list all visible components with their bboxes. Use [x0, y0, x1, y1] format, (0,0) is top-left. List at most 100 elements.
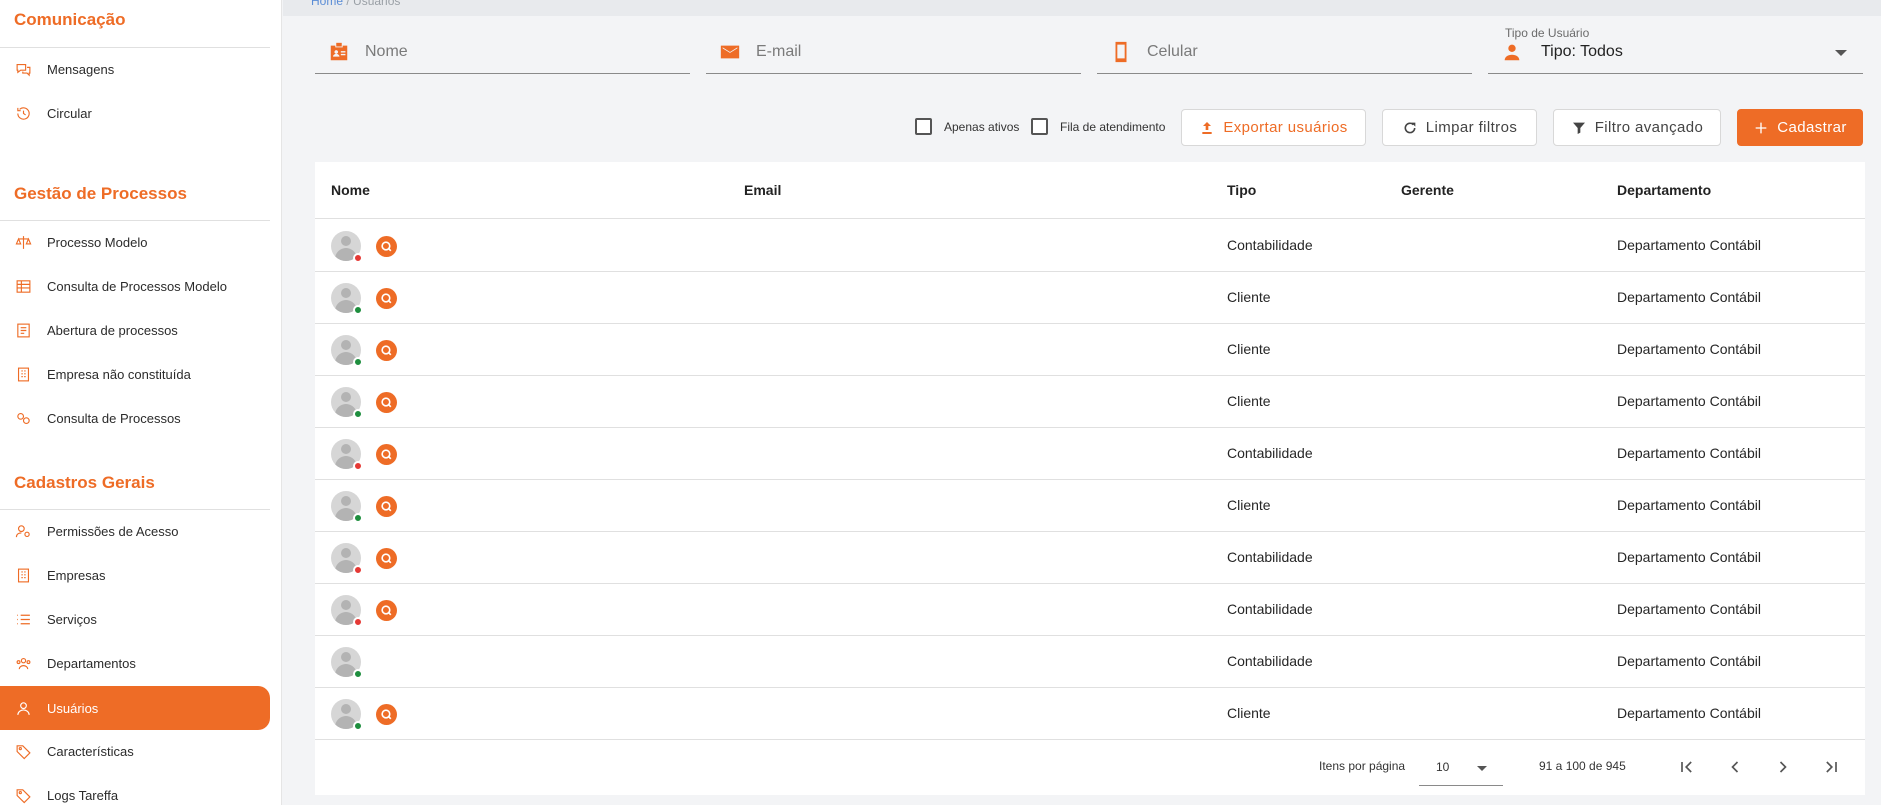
cell-departamento: Departamento Contábil [1617, 237, 1761, 253]
last-page-button[interactable] [1818, 754, 1844, 780]
breadcrumb-home-link[interactable]: Home [311, 0, 343, 8]
checklist-icon [14, 321, 32, 339]
sidebar-item-circular[interactable]: Circular [0, 91, 270, 135]
status-online-dot [353, 305, 363, 315]
fila-atendimento-checkbox[interactable]: Fila de atendimento [1031, 118, 1165, 135]
limpar-filtros-button[interactable]: Limpar filtros [1382, 109, 1537, 146]
users-table: Nome Email Tipo Gerente Departamento Con… [315, 162, 1865, 795]
upload-icon [1202, 121, 1212, 134]
sidebar-item-servicos[interactable]: Serviços [0, 597, 270, 641]
sidebar-item-empresa-nao-constituida[interactable]: Empresa não constituída [0, 352, 270, 396]
sidebar-item-empresas[interactable]: Empresas [0, 553, 270, 597]
column-header-email[interactable]: Email [744, 182, 781, 198]
next-page-button[interactable] [1770, 754, 1796, 780]
checkbox-label: Fila de atendimento [1060, 119, 1166, 134]
sidebar-item-mensagens[interactable]: Mensagens [0, 47, 270, 91]
tipo-usuario-label: Tipo de Usuário [1505, 26, 1590, 40]
button-label: Filtro avançado [1594, 119, 1704, 136]
table-row[interactable]: Contabilidade Departamento Contábil [315, 428, 1865, 480]
chat-badge-icon[interactable] [376, 548, 397, 569]
table-row[interactable]: Contabilidade Departamento Contábil [315, 584, 1865, 636]
dropdown-arrow-icon [1477, 766, 1487, 771]
table-row[interactable]: Cliente Departamento Contábil [315, 480, 1865, 532]
sidebar-item-abertura-processos[interactable]: Abertura de processos [0, 308, 270, 352]
dropdown-arrow-icon [1835, 50, 1847, 56]
cell-departamento: Departamento Contábil [1617, 393, 1761, 409]
sidebar-item-label: Circular [47, 105, 92, 121]
sidebar-item-label: Departamentos [47, 655, 136, 671]
cell-departamento: Departamento Contábil [1617, 549, 1761, 565]
column-header-nome[interactable]: Nome [331, 182, 370, 198]
history-icon [14, 104, 32, 122]
email-field [706, 30, 1081, 74]
button-label: Limpar filtros [1425, 119, 1518, 136]
chat-badge-icon[interactable] [376, 444, 397, 465]
button-label: Cadastrar [1777, 119, 1847, 136]
person-icon [1500, 40, 1524, 64]
nome-field [315, 30, 690, 74]
table-row[interactable]: Contabilidade Departamento Contábil [315, 220, 1865, 272]
celular-input[interactable] [1147, 42, 1407, 61]
sidebar-item-consulta-processos-modelo[interactable]: Consulta de Processos Modelo [0, 264, 270, 308]
gears-icon [14, 409, 32, 427]
first-page-icon [1681, 761, 1692, 773]
chat-badge-icon[interactable] [376, 704, 397, 725]
plus-icon [1755, 122, 1767, 133]
sidebar-item-label: Empresas [47, 567, 106, 583]
cell-tipo: Contabilidade [1227, 601, 1313, 617]
breadcrumb-separator: / [346, 0, 350, 8]
checkbox-box[interactable] [1031, 118, 1048, 135]
chat-badge-icon[interactable] [376, 340, 397, 361]
cell-departamento: Departamento Contábil [1617, 653, 1761, 669]
page-size-select[interactable]: 10 [1419, 750, 1503, 786]
chat-badge-icon[interactable] [376, 496, 397, 517]
cell-tipo: Cliente [1227, 497, 1271, 513]
table-row[interactable]: Cliente Departamento Contábil [315, 688, 1865, 740]
sidebar-item-usuarios[interactable]: Usuários [0, 686, 270, 730]
apenas-ativos-checkbox[interactable]: Apenas ativos [915, 118, 1019, 135]
status-online-dot [353, 669, 363, 679]
sidebar-item-logs-tareffa[interactable]: Logs Tareffa [0, 773, 270, 805]
exportar-usuarios-button[interactable]: Exportar usuários [1181, 109, 1366, 146]
filtro-avancado-button[interactable]: Filtro avançado [1553, 109, 1721, 146]
section-title-gestao-processos: Gestão de Processos [14, 184, 187, 203]
status-online-dot [353, 721, 363, 731]
checkbox-label: Apenas ativos [944, 119, 1020, 134]
sidebar-item-processo-modelo[interactable]: Processo Modelo [0, 220, 270, 264]
nome-input[interactable] [365, 42, 625, 61]
sidebar-item-permissoes-acesso[interactable]: Permissões de Acesso [0, 509, 270, 553]
column-header-tipo[interactable]: Tipo [1227, 182, 1256, 198]
sidebar-item-consulta-processos[interactable]: Consulta de Processos [0, 396, 270, 440]
previous-page-button[interactable] [1722, 754, 1748, 780]
status-online-dot [353, 357, 363, 367]
email-input[interactable] [756, 42, 1016, 61]
tag-icon [14, 742, 32, 760]
chat-badge-icon[interactable] [376, 236, 397, 257]
chat-badge-icon[interactable] [376, 392, 397, 413]
table-row[interactable]: Cliente Departamento Contábil [315, 376, 1865, 428]
table-row[interactable]: Cliente Departamento Contábil [315, 272, 1865, 324]
page-size-value: 10 [1436, 760, 1450, 774]
section-title-cadastros-gerais: Cadastros Gerais [14, 473, 155, 492]
first-page-button[interactable] [1674, 754, 1700, 780]
cell-departamento: Departamento Contábil [1617, 705, 1761, 721]
checkbox-box[interactable] [915, 118, 932, 135]
sidebar-item-label: Abertura de processos [47, 322, 178, 338]
sidebar-item-label: Logs Tareffa [47, 787, 119, 803]
sidebar-item-label: Características [47, 743, 134, 759]
table-row[interactable]: Cliente Departamento Contábil [315, 324, 1865, 376]
cell-tipo: Contabilidade [1227, 445, 1313, 461]
cell-tipo: Contabilidade [1227, 237, 1313, 253]
column-header-gerente[interactable]: Gerente [1401, 182, 1454, 198]
table-row[interactable]: Contabilidade Departamento Contábil [315, 636, 1865, 688]
sidebar-item-caracteristicas[interactable]: Características [0, 729, 270, 773]
table-row[interactable]: Contabilidade Departamento Contábil [315, 532, 1865, 584]
chat-badge-icon[interactable] [376, 600, 397, 621]
sidebar-item-departamentos[interactable]: Departamentos [0, 641, 270, 685]
cadastrar-button[interactable]: Cadastrar [1737, 109, 1863, 146]
column-header-departamento[interactable]: Departamento [1617, 182, 1711, 198]
cell-departamento: Departamento Contábil [1617, 289, 1761, 305]
chat-badge-icon[interactable] [376, 288, 397, 309]
cell-tipo: Cliente [1227, 393, 1271, 409]
user-icon [14, 699, 32, 717]
